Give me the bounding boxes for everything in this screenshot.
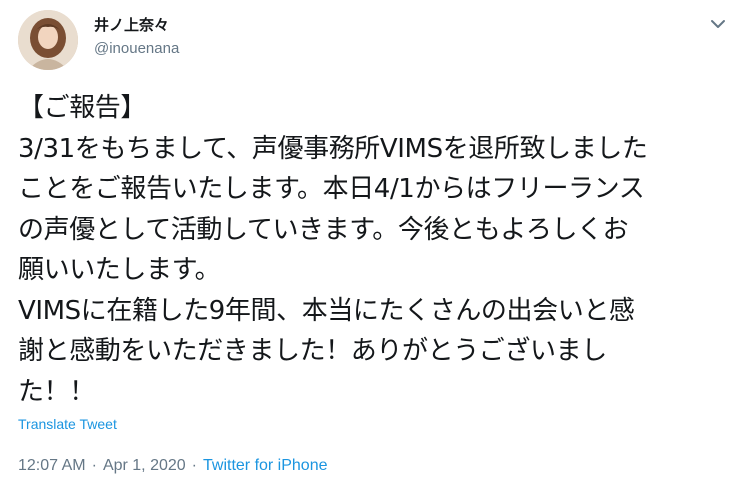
chevron-down-icon[interactable]	[708, 14, 728, 34]
tweet-text-line: ことをご報告いたします。本日4/1からはフリーランス	[18, 174, 645, 204]
tweet-text-line: 願いいたします。	[18, 255, 221, 285]
tweet-text-line: VIMSに在籍した9年間、本当にたくさんの出会いと感	[18, 295, 635, 326]
tweet: 井ノ上奈々 @inouenana 【ご報告】 3/31をもちまして、声優事務所V…	[0, 0, 744, 493]
avatar[interactable]	[18, 10, 78, 70]
display-name[interactable]: 井ノ上奈々	[94, 14, 169, 35]
tweet-text-line: た！！	[18, 376, 95, 407]
tweet-date[interactable]: Apr 1, 2020	[103, 457, 186, 474]
tweet-text-line: 【ご報告】	[18, 93, 147, 123]
tweet-text-line: 3/31をもちまして、声優事務所VIMSを退所致しました	[18, 133, 648, 164]
translate-tweet-link[interactable]: Translate Tweet	[18, 416, 117, 432]
tweet-time[interactable]: 12:07 AM	[18, 457, 86, 474]
tweet-text: 【ご報告】 3/31をもちまして、声優事務所VIMSを退所致しました ことをご報…	[18, 88, 734, 412]
tweet-text-line: の声優として活動していきます。今後ともよろしくお	[18, 214, 629, 245]
meta-separator: ·	[191, 457, 197, 474]
user-handle[interactable]: @inouenana	[94, 40, 179, 57]
tweet-text-line: 謝と感動をいただきました！ありがとうございまし	[18, 336, 607, 366]
meta-separator: ·	[91, 457, 97, 474]
tweet-meta: 12:07 AM · Apr 1, 2020 · Twitter for iPhone	[18, 457, 328, 475]
tweet-source-link[interactable]: Twitter for iPhone	[203, 457, 328, 474]
